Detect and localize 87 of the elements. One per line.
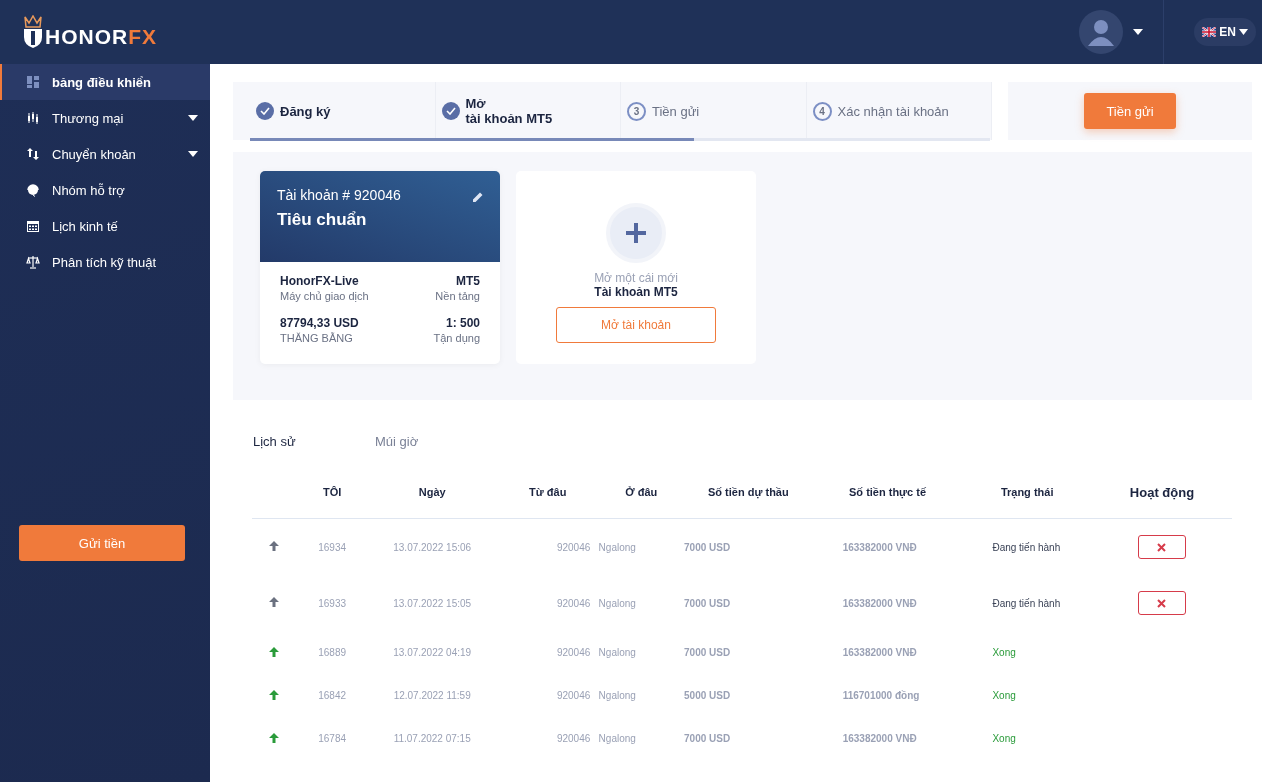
table-cell: Ngalong xyxy=(598,518,685,575)
caret-icon xyxy=(1239,29,1248,35)
table-cell-text: 116701000 đồng xyxy=(841,689,921,703)
table-cell: 920046 xyxy=(496,631,599,674)
cancel-button[interactable] xyxy=(1137,535,1186,559)
field-label: Nền tảng xyxy=(435,290,480,302)
step-label: Đăng ký xyxy=(280,103,331,119)
step-label: Xác nhận tài khoản xyxy=(837,103,949,119)
headset-icon xyxy=(26,183,40,197)
table-cell-text: 12.07.2022 11:59 xyxy=(392,689,472,703)
column-header: Ngày xyxy=(367,466,497,519)
new-account-title: Tài khoản MT5 xyxy=(594,285,678,299)
table-cell: 16934 xyxy=(296,518,368,575)
new-account-caption: Mở một cái mới xyxy=(594,271,678,285)
table-cell-text: 16889 xyxy=(317,646,348,660)
sidebar-item[interactable]: bảng điều khiển xyxy=(0,64,210,100)
candlestick-icon xyxy=(26,111,40,125)
table-cell-text: 163382000 VNĐ xyxy=(841,646,918,660)
table-cell-text: 7000 USD xyxy=(684,596,732,611)
grid-icon xyxy=(26,75,40,89)
table-cell: 920046 xyxy=(496,717,599,760)
close-icon xyxy=(1157,598,1167,608)
field-value: MT5 xyxy=(456,274,480,288)
table-cell-text: 16842 xyxy=(317,689,348,703)
step-label: Mở tài khoản MT5 xyxy=(465,96,553,126)
table-cell-text: 7000 USD xyxy=(684,646,732,660)
table-cell-text: 16784 xyxy=(317,732,348,746)
column-header: Số tiền thực tế xyxy=(812,466,963,519)
table-cell: 163382000 VNĐ xyxy=(812,518,963,575)
table-cell: 920046 xyxy=(496,674,599,717)
sidebar-item[interactable]: Phân tích kỹ thuật xyxy=(0,244,210,280)
field-value: 87794,33 USD xyxy=(280,316,360,330)
sidebar-item[interactable]: Chuyển khoản xyxy=(0,136,210,172)
language-button[interactable]: EN xyxy=(1194,18,1256,46)
field-label: Tận dụng xyxy=(433,332,480,344)
avatar-button[interactable] xyxy=(1079,10,1124,54)
table-cell-text: 11.07.2022 07:15 xyxy=(392,732,472,746)
calendar-icon xyxy=(26,219,40,233)
pencil-icon[interactable] xyxy=(472,191,484,203)
table-cell: 7000 USD xyxy=(684,518,813,575)
sidebar-item[interactable]: Thương mại xyxy=(0,100,210,136)
column-header: Từ đâu xyxy=(496,466,599,519)
table-cell-text: 13.07.2022 04:19 xyxy=(392,646,473,660)
cancel-button[interactable] xyxy=(1137,591,1186,615)
table-cell-text: 7000 USD xyxy=(684,732,732,746)
table-cell: 920046 xyxy=(496,518,599,575)
column-header: Số tiền dự thầu xyxy=(684,466,813,519)
scales-icon xyxy=(26,255,40,269)
table-cell: Ngalong xyxy=(598,674,685,717)
step-number: 4 xyxy=(812,101,832,121)
table-cell-text: 13.07.2022 15:05 xyxy=(392,596,473,611)
flag-icon xyxy=(1202,27,1217,37)
field-value: 1: 500 xyxy=(445,316,480,330)
table-cell: Ngalong xyxy=(598,575,685,631)
status-cell-text: Xong xyxy=(991,689,1017,703)
table-cell-text: 5000 USD xyxy=(684,689,732,703)
column-header: Hoạt động xyxy=(1091,466,1232,519)
field-label: Máy chủ giao dịch xyxy=(280,290,370,302)
table-cell: 920046 xyxy=(496,575,599,631)
step-label: Tiền gửi xyxy=(652,103,700,119)
table-cell-text: 16933 xyxy=(317,596,348,611)
field-value: HonorFX-Live xyxy=(280,274,360,288)
field-label: THĂNG BẰNG xyxy=(280,332,354,344)
tab[interactable]: Lịch sử xyxy=(253,422,375,460)
status-cell-text: Đang tiến hành xyxy=(991,596,1062,611)
account-type: Tiêu chuẩn xyxy=(277,210,367,230)
table-cell: Ngalong xyxy=(598,717,685,760)
table-cell: Ngalong xyxy=(598,631,685,674)
column-header: Trạng thái xyxy=(962,466,1092,519)
crown-shield-icon xyxy=(22,15,44,49)
status-cell-text: Xong xyxy=(991,732,1017,746)
table-cell: 13.07.2022 15:06 xyxy=(367,518,497,575)
close-icon xyxy=(1157,542,1167,552)
status-cell: Đang tiến hành xyxy=(962,518,1092,575)
sidebar-item[interactable]: Nhóm hỗ trợ xyxy=(0,172,210,208)
account-number: Tài khoản # 920046 xyxy=(277,187,401,203)
caret-icon[interactable] xyxy=(1133,29,1144,35)
status-cell-text: Xong xyxy=(991,646,1017,660)
brand-logo: HONORFX xyxy=(45,25,157,49)
table-cell-text: 163382000 VNĐ xyxy=(841,732,918,746)
arrows-icon xyxy=(26,147,40,161)
step-number: 3 xyxy=(627,101,646,121)
table-cell-text: 163382000 VNĐ xyxy=(841,596,918,611)
tab[interactable]: Múi giờ xyxy=(375,422,497,460)
sidebar-item[interactable]: Lịch kinh tế xyxy=(0,208,210,244)
column-header: Ở đâu xyxy=(598,466,685,519)
column-header: TÔI xyxy=(296,466,368,519)
